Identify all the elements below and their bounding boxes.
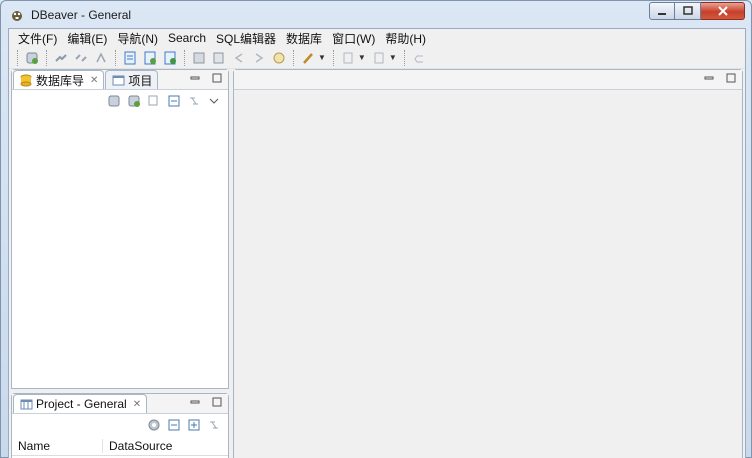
expand-all-icon[interactable] — [186, 417, 202, 433]
tab-project-general[interactable]: Project - General ✕ — [13, 394, 148, 413]
project-table-header: Name DataSource — [12, 436, 228, 456]
save-as-icon[interactable] — [211, 50, 227, 66]
pane-controls — [704, 73, 736, 83]
toolbar-separator — [115, 49, 116, 66]
column-header-name[interactable]: Name — [12, 439, 102, 453]
close-button[interactable] — [701, 2, 745, 20]
sql-editor-icon[interactable] — [122, 50, 138, 66]
navigator-tab-bar: 数据库导 ✕ 项目 — [12, 70, 228, 90]
rollback-dropdown-icon[interactable]: ▼ — [389, 53, 397, 62]
project-tab-bar: Project - General ✕ — [12, 394, 228, 414]
menu-database[interactable]: 数据库 — [281, 30, 327, 47]
toolbar-separator — [46, 49, 47, 66]
link-icon[interactable] — [146, 93, 162, 109]
new-folder-icon[interactable] — [126, 93, 142, 109]
minimize-view-icon[interactable] — [704, 73, 714, 83]
collapse-all-icon[interactable] — [166, 93, 182, 109]
editor-area-header — [234, 70, 742, 90]
project-panel: Project - General ✕ Name DataSource — [11, 393, 229, 458]
editor-area — [233, 69, 743, 458]
link-with-editor-icon[interactable] — [186, 93, 202, 109]
tab-projects[interactable]: 项目 — [105, 70, 159, 89]
pane-controls — [190, 73, 222, 83]
menu-window[interactable]: 窗口(W) — [327, 30, 380, 47]
minimize-view-icon[interactable] — [190, 73, 200, 83]
history-icon[interactable] — [271, 50, 287, 66]
invalidate-icon[interactable] — [93, 50, 109, 66]
app-window: DBeaver - General 文件(F) 编辑(E) 导航(N) Sear… — [0, 0, 752, 458]
commit-icon[interactable] — [340, 50, 356, 66]
main-toolbar: ▼ ▼ ▼ — [9, 47, 745, 69]
close-tab-icon[interactable]: ✕ — [90, 75, 98, 86]
menu-navigate[interactable]: 导航(N) — [112, 30, 163, 47]
menu-help[interactable]: 帮助(H) — [380, 30, 431, 47]
new-script-icon[interactable] — [142, 50, 158, 66]
toolbar-separator — [403, 49, 405, 66]
maximize-view-icon[interactable] — [212, 73, 222, 83]
toolbar-separator — [184, 49, 185, 66]
commit-dropdown-icon[interactable]: ▼ — [358, 53, 366, 62]
tab-database-navigator[interactable]: 数据库导 ✕ — [13, 70, 105, 89]
project-icon — [111, 73, 125, 87]
menu-bar: 文件(F) 编辑(E) 导航(N) Search SQL编辑器 数据库 窗口(W… — [9, 29, 745, 47]
toolbar-separator — [293, 49, 294, 66]
pending-transactions-icon[interactable] — [411, 50, 427, 66]
configure-icon[interactable] — [146, 417, 162, 433]
maximize-view-icon[interactable] — [726, 73, 736, 83]
pane-controls — [190, 397, 222, 407]
minimize-button[interactable] — [649, 2, 675, 20]
toolbar-separator — [332, 49, 334, 66]
menu-search[interactable]: Search — [163, 31, 211, 45]
maximize-button[interactable] — [675, 2, 701, 20]
transaction-mode-icon[interactable] — [300, 50, 316, 66]
project-table-icon — [19, 397, 33, 411]
title-bar: DBeaver - General — [1, 1, 751, 28]
window-title: DBeaver - General — [31, 7, 132, 22]
new-connection-icon[interactable] — [106, 93, 122, 109]
rollback-icon[interactable] — [371, 50, 387, 66]
collapse-all-icon[interactable] — [166, 417, 182, 433]
forward-icon[interactable] — [251, 50, 267, 66]
window-controls — [649, 2, 745, 20]
menu-file[interactable]: 文件(F) — [13, 30, 62, 47]
tab-label: 数据库导 — [36, 73, 85, 88]
column-header-datasource[interactable]: DataSource — [102, 438, 212, 453]
project-toolbar — [12, 414, 228, 436]
save-icon[interactable] — [191, 50, 207, 66]
menu-sql-editor[interactable]: SQL编辑器 — [211, 30, 281, 47]
back-icon[interactable] — [231, 50, 247, 66]
new-connection-icon[interactable] — [24, 50, 40, 66]
minimize-view-icon[interactable] — [190, 397, 200, 407]
close-tab-icon[interactable]: ✕ — [133, 399, 141, 410]
view-menu-icon[interactable] — [206, 93, 222, 109]
toolbar-separator — [17, 49, 18, 66]
disconnect-icon[interactable] — [73, 50, 89, 66]
navigator-toolbar — [12, 90, 228, 112]
database-navigator-panel: 数据库导 ✕ 项目 — [11, 69, 229, 389]
tab-label: 项目 — [128, 73, 153, 88]
link-with-editor-icon[interactable] — [206, 417, 222, 433]
workbench: 文件(F) 编辑(E) 导航(N) Search SQL编辑器 数据库 窗口(W… — [8, 28, 746, 458]
menu-edit[interactable]: 编辑(E) — [62, 30, 112, 47]
connect-icon[interactable] — [53, 50, 69, 66]
dbeaver-logo-icon — [10, 8, 24, 22]
transaction-mode-dropdown-icon[interactable]: ▼ — [318, 53, 326, 62]
tab-label: Project - General — [36, 397, 127, 411]
database-icon — [19, 73, 33, 87]
maximize-view-icon[interactable] — [212, 397, 222, 407]
recent-script-icon[interactable] — [162, 50, 178, 66]
